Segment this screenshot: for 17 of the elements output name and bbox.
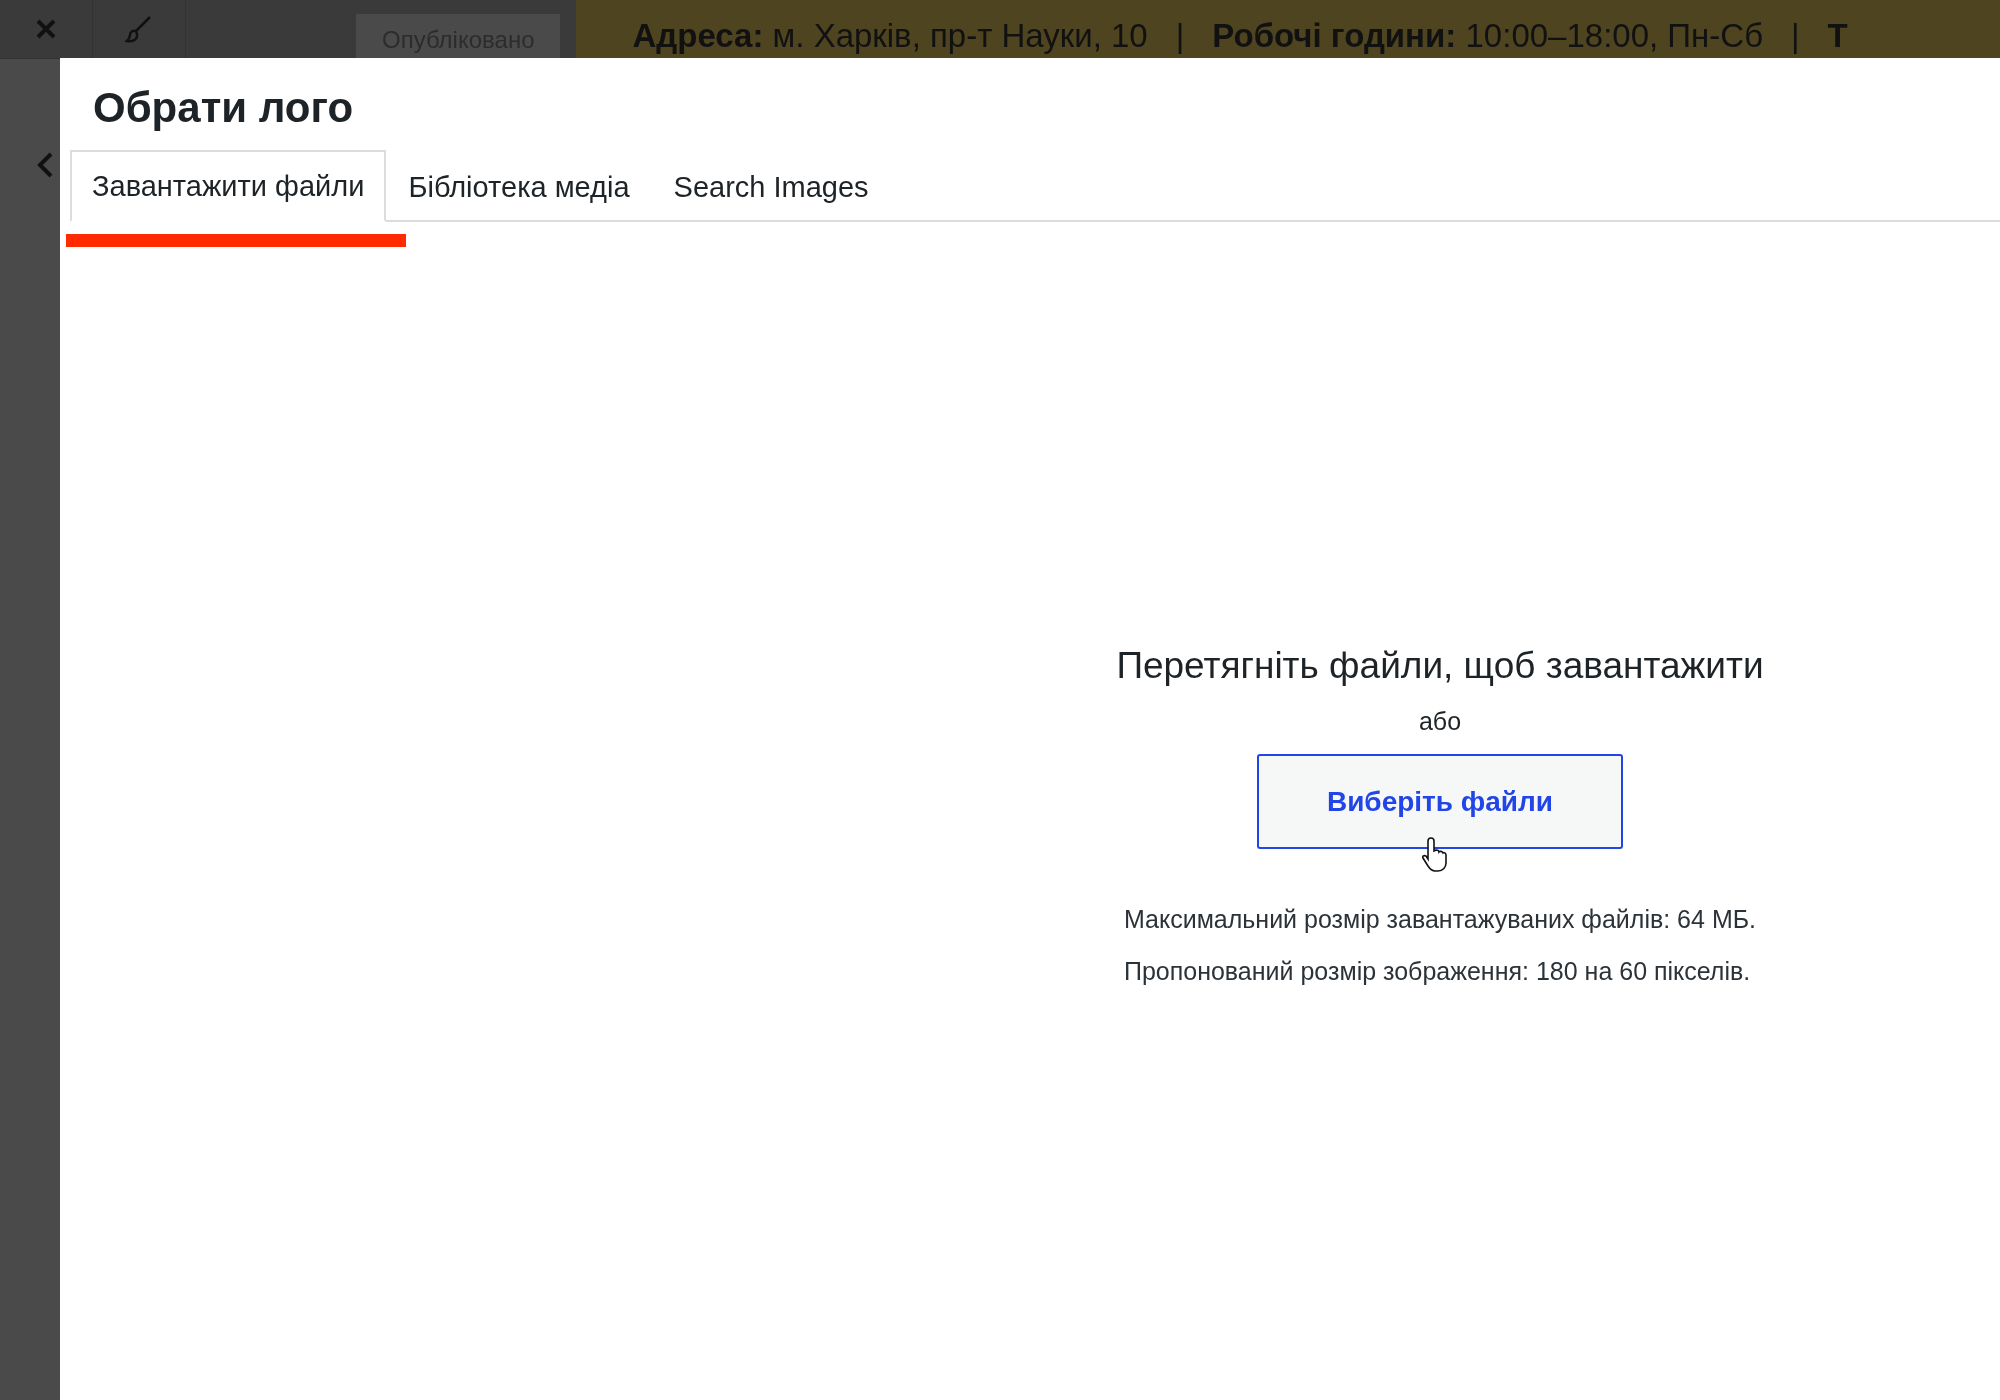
close-icon[interactable] [34,17,58,41]
modal-title: Обрати лого [93,84,355,132]
info-text: Адреса: м. Харків, пр-т Науки, 10 [632,17,1148,55]
tab[interactable]: Завантажити файли [70,150,387,222]
brush-icon[interactable] [124,14,154,44]
tab[interactable]: Бібліотека медіа [386,150,652,222]
info-text: Т [1827,17,1848,55]
upload-note: Пропонований розмір зображення: 180 на 60 пікселів. [1123,956,1752,987]
tab[interactable]: Search Images [651,150,891,222]
select-files-button[interactable]: Виберіть файли [1257,754,1623,849]
info-text: Робочі години: 10:00–18:00, Пн-Сб [1212,17,1764,55]
separator: | [1791,17,1800,55]
separator: | [1175,17,1185,55]
upload-note: Максимальний розмір завантажуваних файлів: 64 МБ. [1123,904,1757,935]
drop-instructions: Перетягніть файли, щоб завантажити [1116,645,1764,687]
back-icon[interactable] [36,151,54,179]
or-text: або [1418,707,1462,736]
